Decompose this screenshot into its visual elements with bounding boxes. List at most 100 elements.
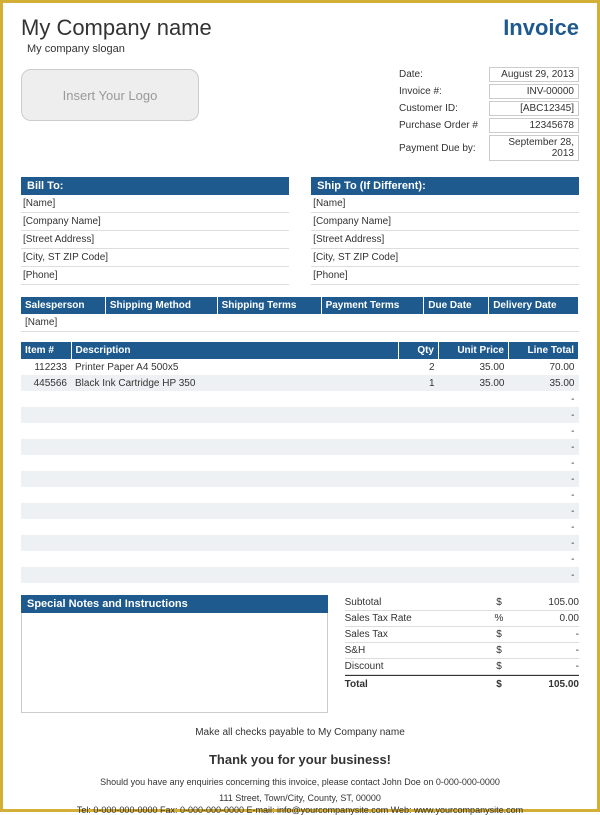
invoice-page: My Company name My company slogan Invoic… xyxy=(0,0,600,812)
notes-body[interactable] xyxy=(21,613,328,713)
total-value: 105.00 xyxy=(509,679,579,690)
item-row-empty: - xyxy=(21,423,579,439)
company-block: My Company name My company slogan xyxy=(21,15,212,55)
th-line-total: Line Total xyxy=(509,342,579,359)
sh-value[interactable]: - xyxy=(509,645,579,656)
cell-qty[interactable]: 2 xyxy=(399,359,439,375)
th-payment-terms: Payment Terms xyxy=(321,297,424,314)
td-salesperson[interactable]: [Name] xyxy=(21,314,105,332)
cell-total-empty: - xyxy=(509,439,579,455)
meta-po-value[interactable]: 12345678 xyxy=(489,118,579,133)
meta-customer-id-value[interactable]: [ABC12345] xyxy=(489,101,579,116)
cell-total-empty: - xyxy=(509,567,579,583)
bill-to-name[interactable]: [Name] xyxy=(21,195,289,213)
cell-total-empty: - xyxy=(509,503,579,519)
meta-due-value[interactable]: September 28, 2013 xyxy=(489,135,579,161)
td-shipping-terms[interactable] xyxy=(217,314,321,332)
cell-item[interactable]: 112233 xyxy=(21,359,71,375)
bill-to-company[interactable]: [Company Name] xyxy=(21,213,289,231)
cell-desc[interactable]: Printer Paper A4 500x5 xyxy=(71,359,399,375)
item-row-empty: - xyxy=(21,391,579,407)
item-row-empty: - xyxy=(21,535,579,551)
subtotal-value: 105.00 xyxy=(509,597,579,608)
currency-sym: $ xyxy=(489,597,509,608)
item-row-empty: - xyxy=(21,503,579,519)
cell-price[interactable]: 35.00 xyxy=(439,375,509,391)
terms-table: Salesperson Shipping Method Shipping Ter… xyxy=(21,297,579,332)
notes-header: Special Notes and Instructions xyxy=(21,595,328,613)
th-shipping-method: Shipping Method xyxy=(105,297,217,314)
th-salesperson: Salesperson xyxy=(21,297,105,314)
td-payment-terms[interactable] xyxy=(321,314,424,332)
cell-total: 35.00 xyxy=(509,375,579,391)
bill-to-phone[interactable]: [Phone] xyxy=(21,267,289,285)
meta-date-label: Date: xyxy=(399,69,489,80)
cell-qty[interactable]: 1 xyxy=(399,375,439,391)
cell-item[interactable]: 445566 xyxy=(21,375,71,391)
ship-to-header: Ship To (If Different): xyxy=(311,177,579,195)
bill-to-block: Bill To: [Name] [Company Name] [Street A… xyxy=(21,177,289,285)
percent-sym: % xyxy=(489,613,509,624)
tax-rate-label: Sales Tax Rate xyxy=(345,613,489,624)
th-shipping-terms: Shipping Terms xyxy=(217,297,321,314)
cell-total-empty: - xyxy=(509,551,579,567)
header-row: My Company name My company slogan Invoic… xyxy=(21,15,579,55)
cell-total-empty: - xyxy=(509,391,579,407)
meta-invoice-num: Invoice #: INV-00000 xyxy=(399,84,579,99)
ship-to-name[interactable]: [Name] xyxy=(311,195,579,213)
notes-block: Special Notes and Instructions xyxy=(21,595,328,713)
currency-sym: $ xyxy=(489,679,509,690)
cell-total-empty: - xyxy=(509,519,579,535)
cell-total-empty: - xyxy=(509,487,579,503)
thankyou-text: Thank you for your business! xyxy=(21,752,579,767)
td-due-date[interactable] xyxy=(424,314,489,332)
meta-po: Purchase Order # 12345678 xyxy=(399,118,579,133)
meta-due: Payment Due by: September 28, 2013 xyxy=(399,135,579,161)
meta-date-value[interactable]: August 29, 2013 xyxy=(489,67,579,82)
meta-invoice-num-value[interactable]: INV-00000 xyxy=(489,84,579,99)
th-item: Item # xyxy=(21,342,71,359)
address-section: Bill To: [Name] [Company Name] [Street A… xyxy=(21,177,579,285)
tax-rate-value[interactable]: 0.00 xyxy=(509,613,579,624)
sh-label: S&H xyxy=(345,645,489,656)
td-shipping-method[interactable] xyxy=(105,314,217,332)
currency-sym: $ xyxy=(489,661,509,672)
ship-to-street[interactable]: [Street Address] xyxy=(311,231,579,249)
meta-customer-id-label: Customer ID: xyxy=(399,103,489,114)
invoice-title: Invoice xyxy=(503,15,579,41)
bill-to-city[interactable]: [City, ST ZIP Code] xyxy=(21,249,289,267)
currency-sym: $ xyxy=(489,645,509,656)
th-due-date: Due Date xyxy=(424,297,489,314)
sales-tax-label: Sales Tax xyxy=(345,629,489,640)
items-table: Item # Description Qty Unit Price Line T… xyxy=(21,342,579,583)
ship-to-block: Ship To (If Different): [Name] [Company … xyxy=(311,177,579,285)
cell-total-empty: - xyxy=(509,535,579,551)
cell-total-empty: - xyxy=(509,423,579,439)
cell-desc[interactable]: Black Ink Cartridge HP 350 xyxy=(71,375,399,391)
tax-rate-row: Sales Tax Rate % 0.00 xyxy=(345,611,579,627)
total-row: Total $ 105.00 xyxy=(345,675,579,692)
sales-tax-row: Sales Tax $ - xyxy=(345,627,579,643)
ship-to-phone[interactable]: [Phone] xyxy=(311,267,579,285)
ship-to-city[interactable]: [City, ST ZIP Code] xyxy=(311,249,579,267)
cell-price[interactable]: 35.00 xyxy=(439,359,509,375)
ship-to-company[interactable]: [Company Name] xyxy=(311,213,579,231)
sales-tax-value: - xyxy=(509,629,579,640)
terms-values-row: [Name] xyxy=(21,314,579,332)
subtotal-row: Subtotal $ 105.00 xyxy=(345,595,579,611)
th-qty: Qty xyxy=(399,342,439,359)
terms-header-row: Salesperson Shipping Method Shipping Ter… xyxy=(21,297,579,314)
meta-invoice-num-label: Invoice #: xyxy=(399,86,489,97)
bill-to-street[interactable]: [Street Address] xyxy=(21,231,289,249)
enquiry-text: Should you have any enquiries concerning… xyxy=(21,777,579,787)
cell-total-empty: - xyxy=(509,407,579,423)
logo-placeholder[interactable]: Insert Your Logo xyxy=(21,69,199,121)
discount-value[interactable]: - xyxy=(509,661,579,672)
subtotal-label: Subtotal xyxy=(345,597,489,608)
meta-block: Date: August 29, 2013 Invoice #: INV-000… xyxy=(399,67,579,163)
bill-to-header: Bill To: xyxy=(21,177,289,195)
footer-contact: Tel: 0-000-000-0000 Fax: 0-000-000-0000 … xyxy=(21,805,579,815)
bottom-flex: Special Notes and Instructions Subtotal … xyxy=(21,595,579,713)
td-delivery-date[interactable] xyxy=(489,314,579,332)
item-row: 445566 Black Ink Cartridge HP 350 1 35.0… xyxy=(21,375,579,391)
